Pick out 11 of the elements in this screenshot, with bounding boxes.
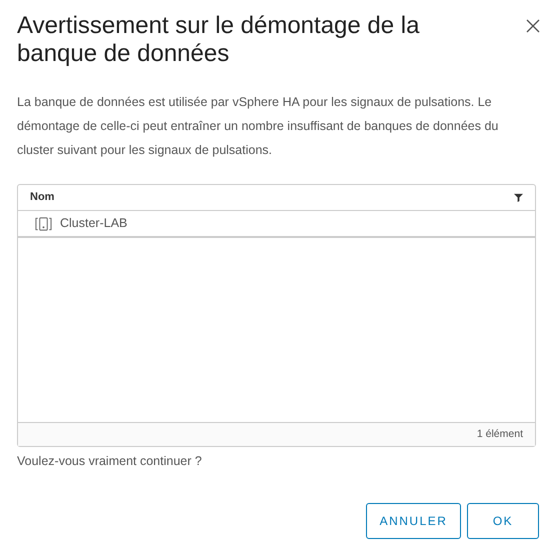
cancel-button[interactable]: ANNULER [366, 502, 461, 539]
ok-button[interactable]: OK [467, 502, 539, 539]
cluster-icon [35, 216, 52, 230]
confirm-question: Voulez-vous vraiment continuer ? [17, 453, 203, 470]
dialog-title: Avertissement sur le démontage de la banque de données [17, 12, 420, 68]
item-count: 1 élément [476, 426, 523, 442]
column-header[interactable]: Nom [30, 189, 54, 206]
warning-message: La banque de données est utilisée par vSphere HA pour les signaux de pulsations. Le démontage de celle-ci peut entraîner un nombre insuffisant de banques de données du cluster suivant pour les signaux de pulsations. [17, 94, 500, 159]
close-icon[interactable] [525, 18, 541, 34]
filter-icon[interactable] [514, 193, 523, 202]
table-cell-text: Cluster-LAB [60, 215, 128, 232]
